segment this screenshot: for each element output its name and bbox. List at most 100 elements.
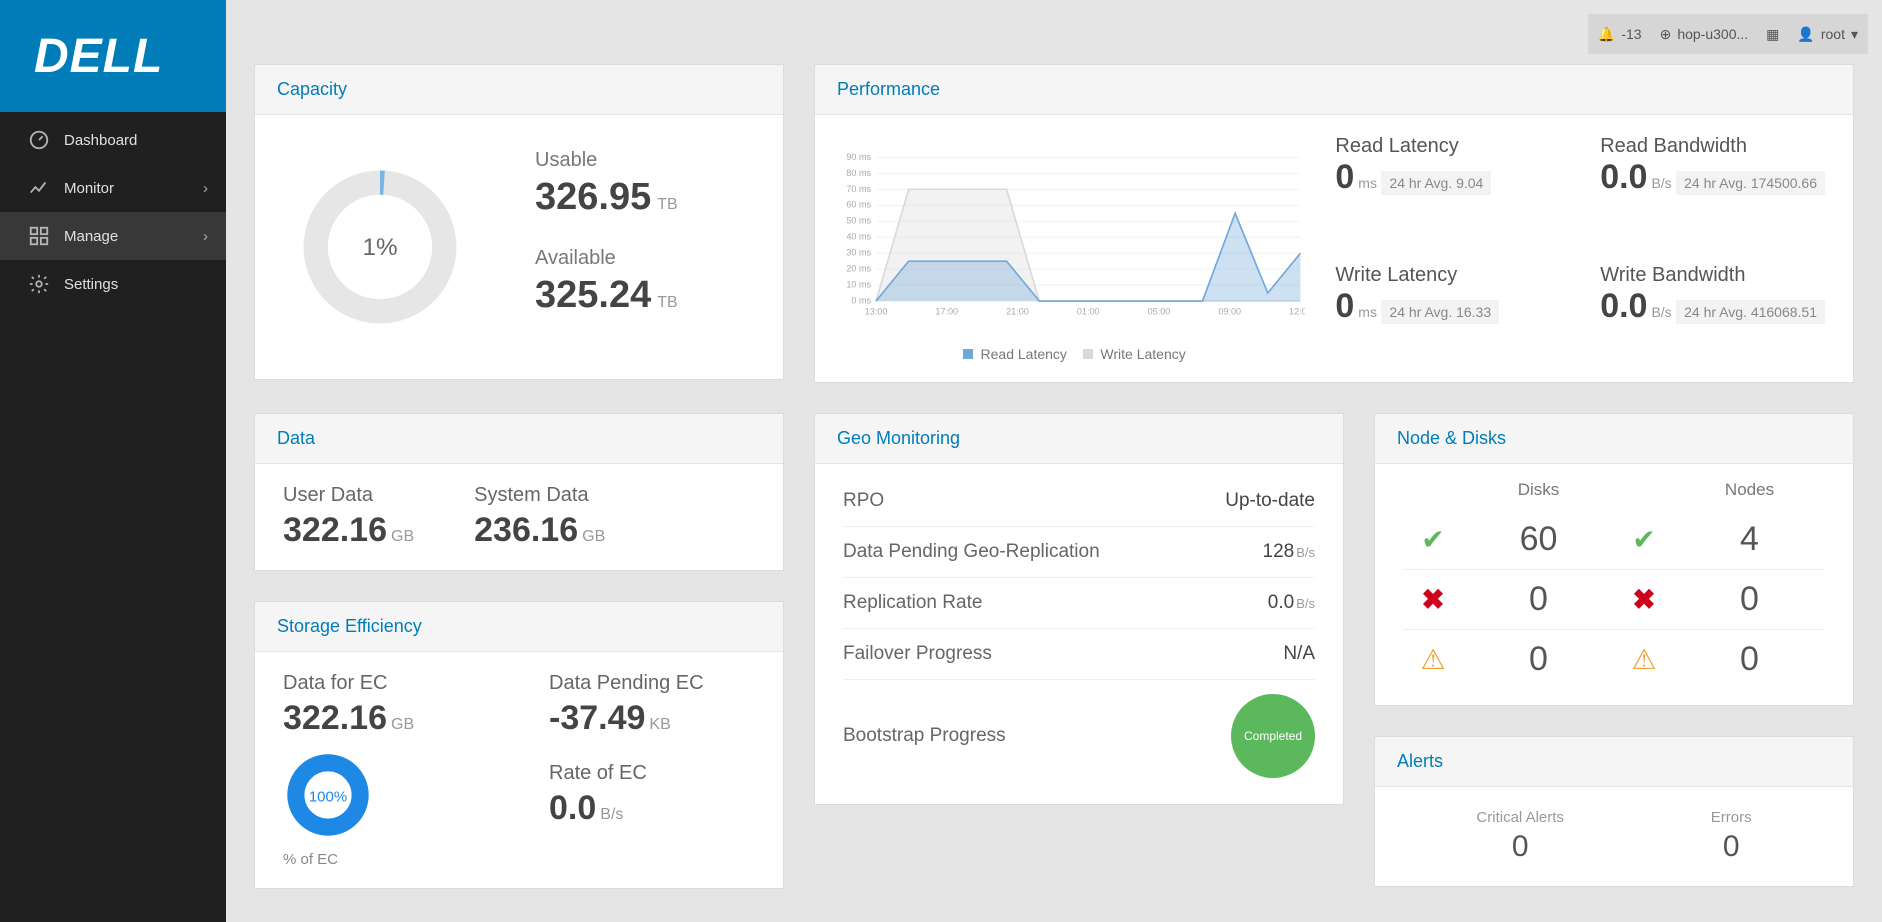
- stat-label: Read Latency: [1335, 135, 1560, 158]
- svg-text:0 ms: 0 ms: [851, 296, 871, 306]
- svg-text:05:00: 05:00: [1148, 306, 1171, 316]
- geo-label: Data Pending Geo-Replication: [843, 541, 1100, 563]
- user-icon: 👤: [1797, 26, 1814, 43]
- svg-text:90 ms: 90 ms: [846, 152, 871, 162]
- metric-label: Rate of EC: [549, 762, 755, 785]
- available-unit: TB: [657, 294, 677, 311]
- nd-bad-row: ✖ 0 ✖ 0: [1403, 570, 1825, 630]
- usable-unit: TB: [657, 196, 677, 213]
- stat-unit: ms: [1358, 175, 1377, 191]
- stat-label: Write Latency: [1335, 264, 1560, 287]
- main-content: Capacity 1% Usable 326.95TB Available 32…: [226, 0, 1882, 922]
- capacity-donut: 1%: [295, 162, 465, 332]
- stat-avg: 24 hr Avg. 416068.51: [1676, 300, 1825, 324]
- ec-donut-pct: 100%: [309, 788, 347, 805]
- nav: Dashboard Monitor › Manage › Settings: [0, 112, 226, 308]
- stat-value: 0: [1335, 287, 1354, 325]
- metric-value: -37.49: [549, 699, 645, 737]
- metric-unit: B/s: [600, 806, 623, 823]
- completed-badge: Completed: [1231, 694, 1315, 778]
- metric-value: 0.0: [549, 789, 596, 827]
- disks-bad-count: 0: [1463, 580, 1614, 619]
- topbar-help[interactable]: ▦: [1766, 26, 1779, 43]
- stat-avg: 24 hr Avg. 16.33: [1381, 300, 1499, 324]
- nodes-bad-count: 0: [1674, 580, 1825, 619]
- chart-icon: [28, 177, 50, 199]
- disks-header: Disks: [1463, 480, 1614, 500]
- host-label: hop-u300...: [1677, 26, 1748, 42]
- usable-label: Usable: [535, 149, 678, 172]
- warning-icon: ⚠: [1614, 643, 1674, 676]
- available-value: 325.24: [535, 274, 651, 316]
- user-label: root: [1821, 26, 1845, 42]
- metric-value: 322.16: [283, 511, 387, 549]
- available-label: Available: [535, 247, 678, 270]
- rate-of-ec-metric: Rate of EC 0.0B/s: [549, 762, 755, 828]
- geo-bootstrap-row: Bootstrap Progress Completed: [843, 680, 1315, 792]
- svg-text:09:00: 09:00: [1218, 306, 1241, 316]
- write-bandwidth-stat: Write Bandwidth 0.0B/s 24 hr Avg. 416068…: [1600, 264, 1825, 363]
- stat-avg: 24 hr Avg. 9.04: [1381, 171, 1491, 195]
- svg-text:21:00: 21:00: [1006, 306, 1029, 316]
- card-title: Capacity: [255, 65, 783, 115]
- data-pending-ec-metric: Data Pending EC -37.49KB: [549, 672, 755, 738]
- stat-value: 0: [1335, 158, 1354, 196]
- performance-stats: Read Latency 0ms 24 hr Avg. 9.04 Read Ba…: [1335, 135, 1825, 362]
- svg-text:60 ms: 60 ms: [846, 200, 871, 210]
- sidebar: DELL Dashboard Monitor › Manage › Settin…: [0, 0, 226, 922]
- metric-label: System Data: [474, 484, 605, 507]
- topbar-alerts[interactable]: 🔔 -13: [1598, 26, 1642, 43]
- storage-efficiency-card: Storage Efficiency Data for EC 322.16GB …: [254, 601, 784, 889]
- topbar: 🔔 -13 ⊕ hop-u300... ▦ 👤 root ▾: [1588, 14, 1868, 54]
- nodes-warn-count: 0: [1674, 640, 1825, 679]
- grid-icon: [28, 225, 50, 247]
- svg-text:40 ms: 40 ms: [846, 232, 871, 242]
- svg-text:17:00: 17:00: [935, 306, 958, 316]
- geo-monitoring-card: Geo Monitoring RPO Up-to-date Data Pendi…: [814, 413, 1344, 805]
- check-icon: ✔: [1403, 523, 1463, 556]
- read-bandwidth-stat: Read Bandwidth 0.0B/s 24 hr Avg. 174500.…: [1600, 135, 1825, 234]
- cross-icon: ✖: [1403, 583, 1463, 616]
- svg-text:80 ms: 80 ms: [846, 168, 871, 178]
- nav-label: Dashboard: [64, 132, 137, 149]
- legend-swatch-write: [1083, 349, 1093, 359]
- write-latency-stat: Write Latency 0ms 24 hr Avg. 16.33: [1335, 264, 1560, 363]
- geo-label: Failover Progress: [843, 643, 992, 665]
- chevron-right-icon: ›: [203, 228, 208, 245]
- stat-label: Read Bandwidth: [1600, 135, 1825, 158]
- cross-icon: ✖: [1614, 583, 1674, 616]
- geo-value: 128: [1263, 541, 1295, 562]
- card-title: Performance: [815, 65, 1853, 115]
- sidebar-item-dashboard[interactable]: Dashboard: [0, 116, 226, 164]
- brand-header: DELL: [0, 0, 226, 112]
- topbar-host[interactable]: ⊕ hop-u300...: [1660, 26, 1749, 43]
- capacity-card: Capacity 1% Usable 326.95TB Available 32…: [254, 64, 784, 380]
- capacity-stats: Usable 326.95TB Available 325.24TB: [535, 149, 678, 345]
- svg-text:12:00: 12:00: [1289, 306, 1305, 316]
- brand-logo: DELL: [34, 29, 163, 84]
- performance-chart: 0 ms10 ms20 ms30 ms40 ms50 ms60 ms70 ms8…: [843, 135, 1305, 362]
- metric-unit: GB: [391, 528, 414, 545]
- errors-metric: Errors 0: [1711, 809, 1752, 864]
- nav-label: Manage: [64, 228, 118, 245]
- metric-value: 0: [1476, 830, 1564, 864]
- metric-label: Critical Alerts: [1476, 809, 1564, 826]
- svg-text:50 ms: 50 ms: [846, 216, 871, 226]
- disks-warn-count: 0: [1463, 640, 1614, 679]
- sidebar-item-monitor[interactable]: Monitor ›: [0, 164, 226, 212]
- alerts-count: -13: [1621, 26, 1641, 42]
- geo-value: 0.0: [1268, 592, 1294, 613]
- donut-percent: 1%: [362, 234, 397, 261]
- stat-unit: B/s: [1651, 304, 1671, 320]
- sidebar-item-manage[interactable]: Manage ›: [0, 212, 226, 260]
- sidebar-item-settings[interactable]: Settings: [0, 260, 226, 308]
- legend-write: Write Latency: [1100, 346, 1185, 362]
- help-icon: ▦: [1766, 26, 1779, 43]
- card-title: Node & Disks: [1375, 414, 1853, 464]
- latency-chart-svg: 0 ms10 ms20 ms30 ms40 ms50 ms60 ms70 ms8…: [843, 135, 1305, 335]
- alerts-card: Alerts Critical Alerts 0 Errors 0: [1374, 736, 1854, 887]
- geo-label: Bootstrap Progress: [843, 725, 1006, 747]
- topbar-user[interactable]: 👤 root ▾: [1797, 26, 1858, 43]
- metric-unit: GB: [582, 528, 605, 545]
- nav-label: Settings: [64, 276, 118, 293]
